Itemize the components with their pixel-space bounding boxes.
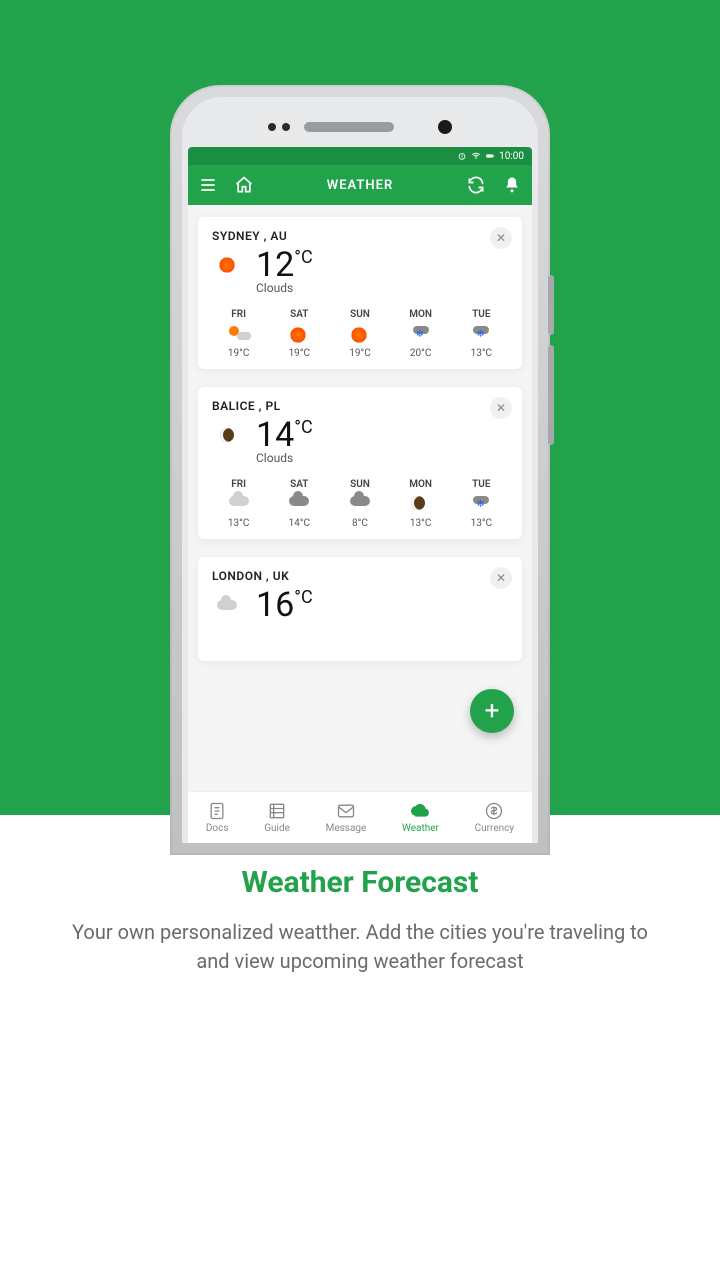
forecast-day-label: SUN — [350, 309, 370, 320]
alarm-icon — [457, 151, 467, 161]
forecast-day: FRI 13°C — [212, 479, 265, 529]
rain-icon: ❄ — [471, 326, 491, 342]
nav-message[interactable]: Message — [326, 801, 367, 834]
forecast-day-label: TUE — [472, 479, 490, 490]
bottom-nav: Docs Guide Message Weather Currency — [188, 791, 532, 843]
wifi-icon — [471, 151, 481, 161]
menu-icon[interactable] — [198, 175, 218, 195]
content-area: ✕SYDNEY , AU12°CCloudsFRI19°CSAT19°CSUN1… — [188, 205, 532, 791]
sun-icon — [289, 326, 309, 342]
forecast-day: SUN 19°C — [333, 309, 386, 359]
refresh-icon[interactable] — [466, 175, 486, 195]
rain-icon: ❄ — [411, 326, 431, 342]
current-temp: 14°C — [256, 415, 313, 455]
city-label: BALICE , PL — [212, 399, 508, 413]
forecast-day: SUN 8°C — [333, 479, 386, 529]
nav-icon — [267, 801, 287, 821]
status-time: 10:00 — [499, 151, 524, 162]
hero-background: 10:00 WEATHER — [0, 0, 720, 815]
forecast-day: TUE ❄ 13°C — [455, 309, 508, 359]
remove-city-button[interactable]: ✕ — [490, 227, 512, 249]
forecast-day-temp: 20°C — [410, 348, 431, 359]
city-label: SYDNEY , AU — [212, 229, 508, 243]
nav-label: Currency — [475, 823, 515, 834]
nav-label: Guide — [264, 823, 290, 834]
forecast-day-label: MON — [409, 479, 432, 490]
forecast-day-label: FRI — [231, 479, 246, 490]
nav-label: Docs — [206, 823, 229, 834]
add-city-fab[interactable]: + — [470, 689, 514, 733]
forecast-day-label: MON — [409, 309, 432, 320]
forecast-day-label: SAT — [290, 479, 308, 490]
notifications-icon[interactable] — [502, 175, 522, 195]
forecast-day-temp: 19°C — [228, 348, 249, 359]
current-temp: 16°C — [256, 585, 313, 625]
cloud-icon — [229, 496, 249, 512]
nav-label: Weather — [402, 823, 439, 834]
weather-card: ✕BALICE , PL14°CCloudsFRI13°CSAT14°CSUN8… — [198, 387, 522, 539]
forecast-day-label: SUN — [350, 479, 370, 490]
app-bar: WEATHER — [188, 165, 532, 205]
forecast-day-label: TUE — [472, 309, 490, 320]
weather-card: ✕LONDON , UK 16°C — [198, 557, 522, 661]
current-temp: 12°C — [256, 245, 313, 285]
battery-icon — [485, 151, 495, 161]
forecast-day-temp: 13°C — [471, 518, 492, 529]
nav-weather[interactable]: Weather — [402, 801, 439, 834]
forecast-day: FRI 19°C — [212, 309, 265, 359]
nav-icon — [207, 801, 227, 821]
forecast-day: TUE ❄ 13°C — [455, 479, 508, 529]
sun-icon — [212, 250, 242, 280]
moon-icon — [212, 420, 242, 450]
home-icon[interactable] — [234, 175, 254, 195]
forecast-day: SAT 14°C — [273, 479, 326, 529]
page-title: WEATHER — [270, 178, 450, 193]
moon-icon — [411, 496, 431, 512]
phone-mock: 10:00 WEATHER — [170, 85, 550, 855]
forecast-day-temp: 19°C — [349, 348, 370, 359]
remove-city-button[interactable]: ✕ — [490, 397, 512, 419]
phone-side-button — [548, 345, 554, 445]
suncloud-icon — [229, 326, 249, 342]
phone-screen: 10:00 WEATHER — [188, 147, 532, 843]
forecast-day-label: FRI — [231, 309, 246, 320]
phone-side-button — [548, 275, 554, 335]
phone-earpiece — [188, 107, 532, 147]
cloud-dark-icon — [350, 496, 370, 512]
forecast-row: FRI 13°C SAT 14°C SUN 8°C MON 13°C TUE ❄ 13°C — [212, 479, 508, 529]
nav-currency[interactable]: Currency — [475, 801, 515, 834]
city-label: LONDON , UK — [212, 569, 508, 583]
nav-icon — [484, 801, 504, 821]
cloud-icon — [212, 590, 242, 620]
nav-icon — [410, 801, 430, 821]
forecast-row: FRI 19°C SAT 19°C SUN 19°C MON ❄ 20°C TUE ❄ 13°C — [212, 309, 508, 359]
forecast-day: MON ❄ 20°C — [394, 309, 447, 359]
status-bar: 10:00 — [188, 147, 532, 165]
forecast-day: MON 13°C — [394, 479, 447, 529]
sun-icon — [350, 326, 370, 342]
rain-icon: ❄ — [471, 496, 491, 512]
cloud-dark-icon — [289, 496, 309, 512]
nav-label: Message — [326, 823, 367, 834]
remove-city-button[interactable]: ✕ — [490, 567, 512, 589]
forecast-day: SAT 19°C — [273, 309, 326, 359]
nav-icon — [336, 801, 356, 821]
forecast-day-temp: 8°C — [352, 518, 368, 529]
forecast-day-temp: 13°C — [228, 518, 249, 529]
forecast-day-temp: 13°C — [410, 518, 431, 529]
promo-body: Your own personalized weatther. Add the … — [60, 918, 660, 976]
forecast-day-label: SAT — [290, 309, 308, 320]
promo-title: Weather Forecast — [60, 865, 660, 900]
weather-card: ✕SYDNEY , AU12°CCloudsFRI19°CSAT19°CSUN1… — [198, 217, 522, 369]
nav-docs[interactable]: Docs — [206, 801, 229, 834]
forecast-day-temp: 14°C — [289, 518, 310, 529]
forecast-day-temp: 19°C — [289, 348, 310, 359]
forecast-day-temp: 13°C — [471, 348, 492, 359]
nav-guide[interactable]: Guide — [264, 801, 290, 834]
